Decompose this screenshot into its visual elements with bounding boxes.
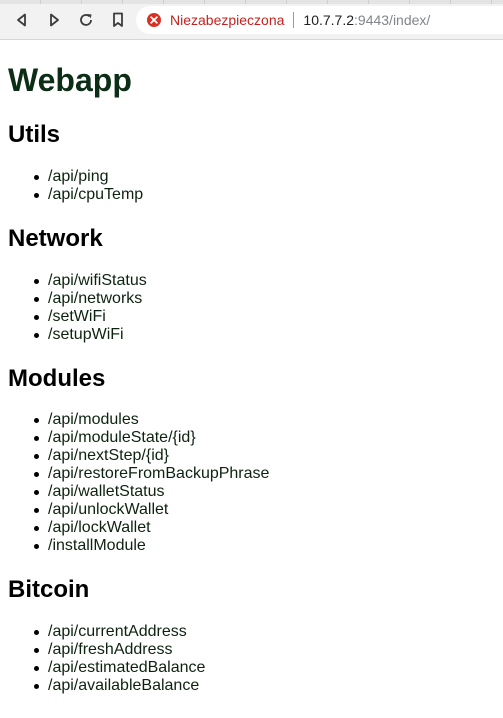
back-arrow-icon (17, 13, 26, 27)
list-item: /installModule (32, 537, 269, 555)
list-item: /api/moduleState/{id} (32, 429, 269, 447)
list-item: /api/restoreFromBackupPhrase (32, 465, 269, 483)
reload-icon (80, 14, 92, 26)
list-item: /api/currentAddress (32, 623, 205, 641)
endpoint-link[interactable]: /api/cpuTemp (48, 186, 143, 203)
section-heading-utils: Utils (8, 121, 61, 148)
address-bar[interactable]: Niezabezpieczona 10.7.7.2:9443/index/ (136, 6, 503, 34)
bookmark-button[interactable] (108, 10, 128, 30)
endpoint-link[interactable]: /api/unlockWallet (48, 501, 168, 518)
list-item: /api/networks (32, 290, 147, 308)
list-item: /api/nextStep/{id} (32, 447, 269, 465)
reload-button[interactable] (76, 10, 96, 30)
endpoint-link[interactable]: /setupWiFi (48, 326, 124, 343)
endpoint-link[interactable]: /setWiFi (48, 308, 106, 325)
url-path: :9443/index/ (354, 12, 431, 28)
endpoint-link[interactable]: /api/restoreFromBackupPhrase (48, 465, 269, 482)
endpoint-link[interactable]: /api/availableBalance (48, 677, 199, 694)
list-item: /api/freshAddress (32, 641, 205, 659)
endpoint-link[interactable]: /api/wifiStatus (48, 272, 147, 289)
section-heading-bitcoin: Bitcoin (8, 576, 90, 603)
endpoint-link[interactable]: /api/modules (48, 411, 139, 428)
endpoint-link[interactable]: /api/currentAddress (48, 623, 187, 640)
list-item: /api/ping (32, 168, 143, 186)
modules-link-list: /api/modules /api/moduleState/{id} /api/… (32, 411, 269, 555)
forward-arrow-icon (50, 13, 59, 27)
network-link-list: /api/wifiStatus /api/networks /setWiFi /… (32, 272, 147, 344)
tab-strip-edge (0, 0, 503, 4)
forward-button[interactable] (44, 10, 64, 30)
url-host: 10.7.7.2 (303, 12, 355, 28)
security-status-label[interactable]: Niezabezpieczona (170, 12, 284, 28)
list-item: /setupWiFi (32, 326, 147, 344)
address-separator (293, 12, 295, 28)
not-secure-icon (147, 13, 161, 27)
endpoint-link[interactable]: /api/walletStatus (48, 483, 165, 500)
page-title: Webapp (8, 62, 132, 98)
list-item: /api/availableBalance (32, 677, 205, 695)
list-item: /api/cpuTemp (32, 186, 143, 204)
url-text[interactable]: 10.7.7.2:9443/index/ (303, 12, 430, 28)
endpoint-link[interactable]: /api/moduleState/{id} (48, 429, 196, 446)
list-item: /api/estimatedBalance (32, 659, 205, 677)
endpoint-link[interactable]: /api/ping (48, 168, 109, 185)
endpoint-link[interactable]: /api/freshAddress (48, 641, 173, 658)
list-item: /api/unlockWallet (32, 501, 269, 519)
endpoint-link[interactable]: /api/lockWallet (48, 519, 151, 536)
list-item: /api/modules (32, 411, 269, 429)
bookmark-icon (113, 12, 123, 27)
utils-link-list: /api/ping /api/cpuTemp (32, 168, 143, 204)
endpoint-link[interactable]: /api/estimatedBalance (48, 659, 205, 676)
endpoint-link[interactable]: /api/nextStep/{id} (48, 447, 169, 464)
section-heading-network: Network (8, 225, 103, 252)
browser-toolbar: Niezabezpieczona 10.7.7.2:9443/index/ (0, 0, 503, 40)
bitcoin-link-list: /api/currentAddress /api/freshAddress /a… (32, 623, 205, 695)
list-item: /api/wifiStatus (32, 272, 147, 290)
back-button[interactable] (12, 10, 32, 30)
endpoint-link[interactable]: /installModule (48, 537, 146, 554)
section-heading-modules: Modules (8, 365, 106, 392)
list-item: /api/lockWallet (32, 519, 269, 537)
endpoint-link[interactable]: /api/networks (48, 290, 142, 307)
list-item: /api/walletStatus (32, 483, 269, 501)
list-item: /setWiFi (32, 308, 147, 326)
